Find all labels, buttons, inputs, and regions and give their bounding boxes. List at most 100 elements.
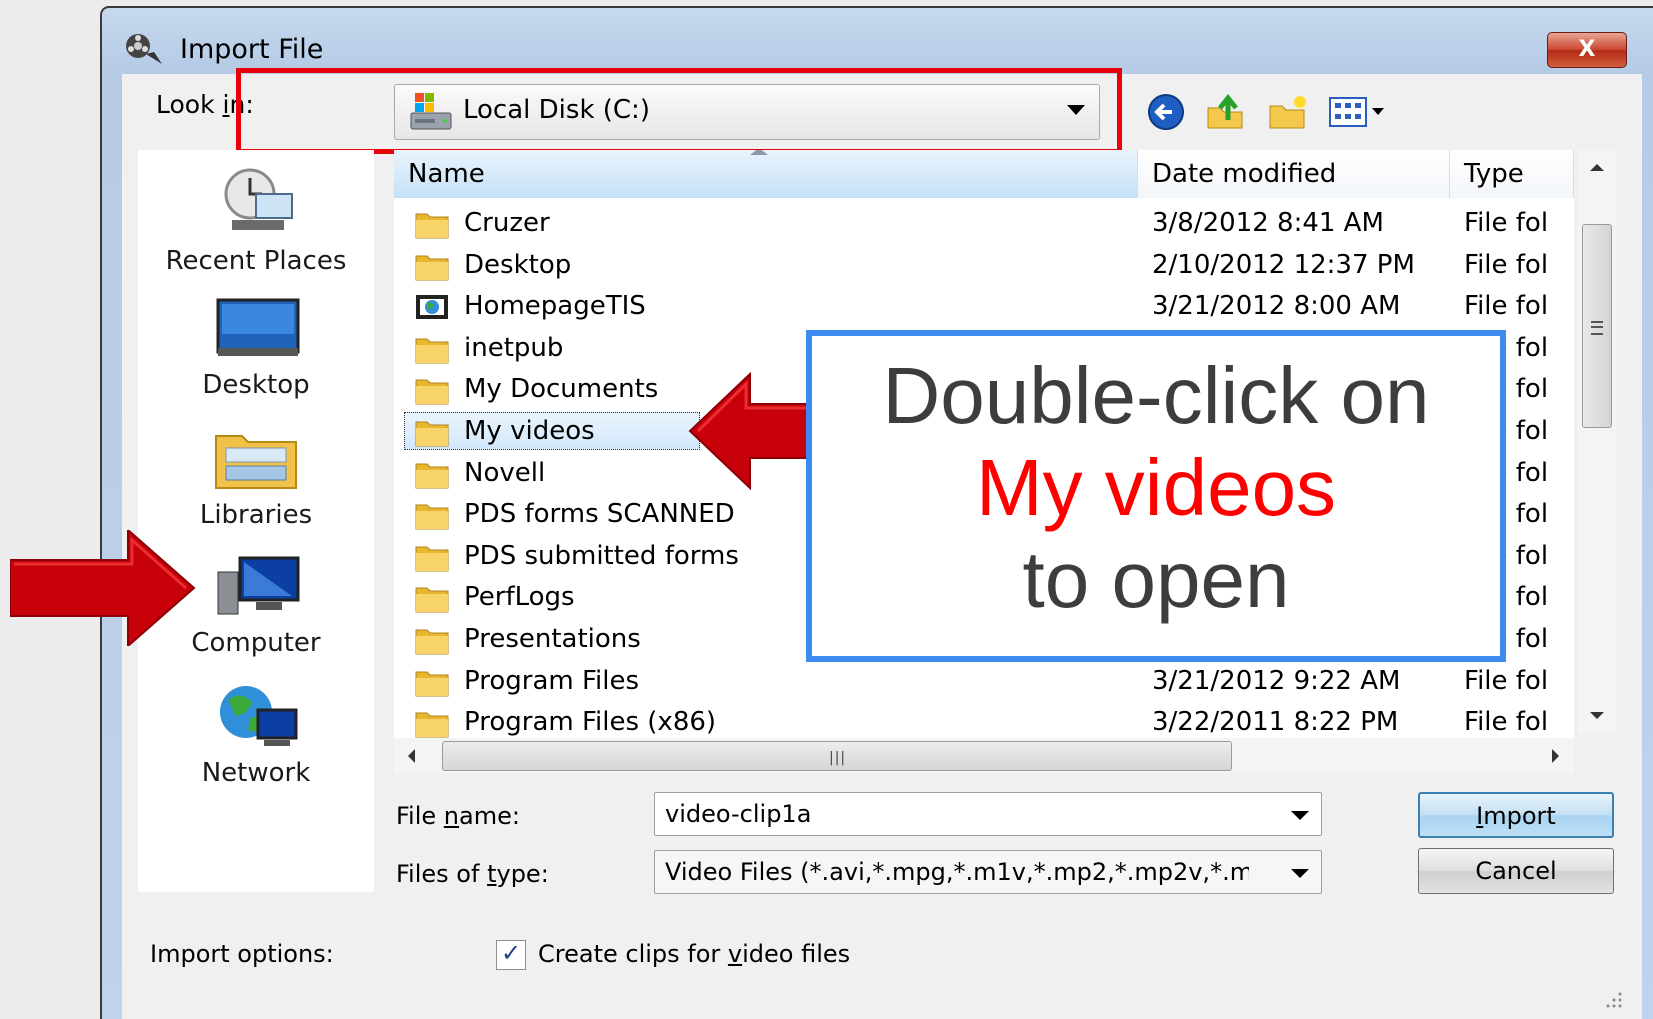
folder-icon (415, 255, 449, 281)
arrow-right-to-computer-icon (10, 530, 196, 646)
libraries-icon (215, 435, 297, 489)
file-name: HomepageTIS (464, 291, 646, 322)
column-header-type[interactable]: Type (1450, 150, 1574, 198)
place-desktop[interactable]: Desktop (138, 296, 374, 400)
place-label: Desktop (202, 370, 310, 400)
column-header-date-modified[interactable]: Date modified (1138, 150, 1450, 198)
view-menu-icon[interactable] (1326, 90, 1390, 134)
horizontal-scroll-thumb[interactable]: ||| (442, 741, 1232, 771)
back-icon[interactable] (1144, 90, 1188, 134)
chevron-down-icon[interactable] (1291, 869, 1309, 878)
scroll-down-arrow-icon[interactable] (1578, 698, 1616, 734)
file-type: File fol (1464, 707, 1549, 738)
file-row[interactable]: Desktop 2/10/2012 12:37 PM File fol (394, 246, 1574, 286)
folder-icon (415, 504, 449, 530)
file-date: 3/21/2012 9:22 AM (1152, 665, 1401, 696)
file-date: 3/22/2011 8:22 PM (1152, 707, 1399, 738)
horizontal-scrollbar[interactable]: ||| (394, 738, 1574, 774)
file-name-label: File name: (396, 802, 520, 830)
web-folder-icon (416, 295, 448, 320)
file-name: Novell (464, 457, 546, 488)
file-name: My Documents (464, 374, 659, 405)
grip-icon: ||| (829, 750, 847, 766)
folder-icon (415, 546, 449, 572)
file-type: File fol (1464, 249, 1549, 280)
folder-icon (415, 213, 449, 239)
computer-icon (217, 556, 300, 615)
folder-icon (415, 629, 449, 655)
file-name: inetpub (464, 332, 564, 363)
create-clips-label[interactable]: Create clips for video files (538, 940, 850, 968)
window-title: Import File (180, 34, 324, 65)
place-label: Recent Places (165, 246, 347, 276)
file-name: My videos (464, 416, 595, 446)
cancel-button[interactable]: Cancel (1418, 848, 1614, 894)
file-date: 3/8/2012 8:41 AM (1152, 208, 1384, 238)
chevron-down-icon[interactable] (1291, 811, 1309, 820)
create-clips-checkbox[interactable] (496, 939, 526, 970)
network-icon (220, 686, 298, 746)
file-date: 2/10/2012 12:37 PM (1152, 249, 1415, 280)
file-type: File fol (1464, 665, 1549, 696)
file-row[interactable]: Program Files (x86) 3/22/2011 8:22 PM File… (394, 703, 1574, 738)
local-disk-icon (410, 93, 452, 130)
import-button[interactable]: Import (1418, 792, 1614, 838)
file-type: File fol (1464, 208, 1549, 238)
folder-icon (415, 712, 449, 738)
column-header-name[interactable]: Name (394, 150, 1138, 198)
file-name: Presentations (464, 624, 641, 654)
place-label: Libraries (199, 500, 313, 530)
place-libraries[interactable]: Libraries (138, 426, 374, 530)
folder-icon (415, 671, 449, 697)
chevron-down-icon[interactable] (1067, 105, 1085, 115)
place-network[interactable]: Network (138, 680, 374, 788)
file-name: PDS submitted forms (464, 540, 739, 571)
folder-icon (415, 587, 449, 613)
new-folder-icon[interactable] (1266, 90, 1310, 134)
film-reel-icon (126, 34, 162, 64)
vertical-scrollbar[interactable] (1578, 150, 1616, 734)
file-type: File fol (1464, 291, 1549, 322)
close-button[interactable]: X (1547, 32, 1627, 68)
file-name-input[interactable]: video-clip1a (654, 792, 1322, 836)
arrow-left-to-my-videos-icon (688, 372, 812, 490)
title-bar[interactable]: Import File X (102, 8, 1653, 74)
file-row[interactable]: HomepageTIS 3/21/2012 8:00 AM File fol (394, 287, 1574, 327)
scroll-right-arrow-icon[interactable] (1536, 738, 1574, 774)
callout-line-2: My videos (975, 443, 1337, 532)
folder-icon (415, 463, 449, 489)
file-name: PDS forms SCANNED (464, 499, 735, 530)
file-row[interactable]: Program Files 3/21/2012 9:22 AM File fol (394, 662, 1574, 702)
look-in-dropdown[interactable]: Local Disk (C:) (394, 84, 1100, 140)
files-of-type-select[interactable]: Video Files (*.avi,*.mpg,*.m1v,*.mp2,*.m… (654, 850, 1322, 894)
places-bar: Recent Places Desktop Libraries Computer (138, 150, 374, 892)
file-name: Program Files (464, 665, 640, 696)
look-in-label: Look in: (156, 90, 254, 119)
files-of-type-label: Files of type: (396, 860, 549, 888)
place-recent-places[interactable]: Recent Places (138, 164, 374, 276)
scroll-up-arrow-icon[interactable] (1578, 150, 1616, 186)
file-name-value: video-clip1a (665, 800, 812, 828)
recent-places-icon (224, 168, 293, 230)
grip-icon (1591, 321, 1603, 335)
folder-icon (415, 379, 449, 405)
up-folder-icon[interactable] (1204, 90, 1248, 134)
folder-icon (415, 338, 449, 364)
file-name: PerfLogs (464, 582, 575, 613)
file-row[interactable]: Cruzer 3/8/2012 8:41 AM File fol (394, 204, 1574, 244)
files-of-type-value: Video Files (*.avi,*.mpg,*.m1v,*.mp2,*.m… (665, 858, 1249, 886)
file-name: Desktop (464, 249, 572, 280)
resize-grip-icon[interactable] (1600, 986, 1624, 1010)
file-date: 3/21/2012 8:00 AM (1152, 291, 1401, 322)
instruction-callout: Double-click on My videos to open (806, 330, 1506, 662)
vertical-scroll-thumb[interactable] (1582, 224, 1612, 428)
desktop-icon (216, 298, 300, 356)
callout-line-1: Double-click on (882, 351, 1430, 440)
import-options-label: Import options: (150, 940, 334, 968)
folder-icon (415, 421, 449, 447)
place-label: Network (201, 758, 311, 788)
look-in-value: Local Disk (C:) (463, 95, 650, 125)
callout-line-3: to open (1022, 535, 1290, 624)
scroll-left-arrow-icon[interactable] (394, 738, 432, 774)
file-name: Cruzer (464, 208, 550, 238)
